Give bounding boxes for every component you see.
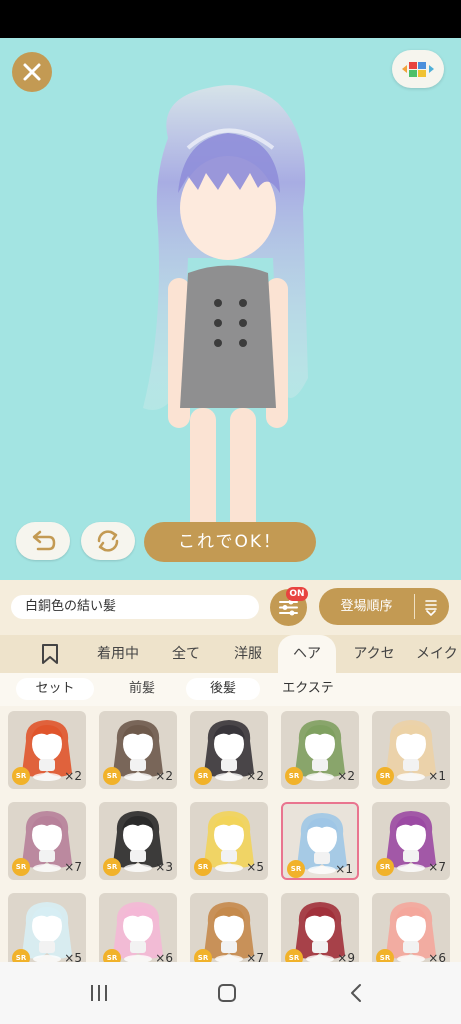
subtab-set[interactable]: セット [16, 678, 94, 700]
rarity-badge: SR [194, 767, 212, 785]
hair-item-card[interactable]: SR ×1 [372, 711, 450, 789]
palette-icon [402, 62, 434, 77]
hair-item-card[interactable]: SR ×6 [372, 893, 450, 962]
hair-item-card[interactable]: SR ×3 [99, 802, 177, 880]
close-button[interactable] [12, 52, 52, 92]
rarity-badge: SR [376, 767, 394, 785]
refresh-button[interactable] [81, 522, 135, 560]
subtab-extension[interactable]: エクステ [268, 678, 348, 700]
item-quantity: ×5 [246, 860, 264, 874]
rarity-badge: SR [12, 949, 30, 962]
item-quantity: ×6 [428, 951, 446, 962]
rarity-badge: SR [376, 858, 394, 876]
item-quantity: ×7 [64, 860, 82, 874]
rarity-badge: SR [376, 949, 394, 962]
item-quantity: ×2 [64, 769, 82, 783]
system-nav-bar [0, 962, 461, 1024]
item-quantity: ×9 [337, 951, 355, 962]
hair-item-card[interactable]: SR ×6 [99, 893, 177, 962]
app-root: これでOK！ 白銅色の結い髪 ON 登場順序 着用中 全て 洋服 ヘア アクセ … [0, 0, 461, 1024]
back-icon[interactable] [346, 982, 368, 1004]
tab-clothes[interactable]: 洋服 [220, 635, 276, 673]
dressup-stage: これでOK！ [0, 38, 461, 580]
hair-item-card[interactable]: SR ×9 [281, 893, 359, 962]
tab-all[interactable]: 全て [158, 635, 214, 673]
tab-wearing[interactable]: 着用中 [84, 635, 152, 673]
subtab-bangs[interactable]: 前髪 [106, 678, 178, 700]
status-bar [0, 0, 461, 38]
item-quantity: ×6 [155, 951, 173, 962]
hair-item-card[interactable]: SR ×2 [99, 711, 177, 789]
item-quantity: ×2 [337, 769, 355, 783]
subtab-back-hair[interactable]: 後髪 [186, 678, 260, 700]
hair-item-card[interactable]: SR ×7 [8, 802, 86, 880]
recent-apps-icon[interactable] [88, 982, 110, 1004]
avatar-doll [143, 85, 308, 558]
rarity-badge: SR [194, 858, 212, 876]
undo-button[interactable] [16, 522, 70, 560]
rarity-badge: SR [103, 949, 121, 962]
item-quantity: ×5 [64, 951, 82, 962]
sort-direction-icon[interactable] [423, 598, 439, 616]
item-quantity: ×2 [246, 769, 264, 783]
rarity-badge: SR [12, 858, 30, 876]
item-quantity: ×2 [155, 769, 173, 783]
hair-item-card[interactable]: SR ×5 [8, 893, 86, 962]
tab-hair[interactable]: ヘア [278, 635, 336, 673]
item-quantity: ×7 [428, 860, 446, 874]
hair-subcategory-bar: セット 前髪 後髪 エクステ [0, 673, 461, 706]
refresh-icon [97, 530, 119, 552]
sort-divider [414, 594, 415, 619]
bookmark-icon[interactable] [40, 643, 60, 665]
hair-item-grid: SR ×2 SR ×2 SR ×2 SR ×2 SR ×1 SR ×7 SR ×3 SR ×5 SR ×1 SR ×7… [0, 706, 461, 962]
hair-item-card[interactable]: SR ×2 [190, 711, 268, 789]
close-icon [23, 63, 41, 81]
rarity-badge: SR [103, 767, 121, 785]
hair-item-card[interactable]: SR ×7 [190, 893, 268, 962]
hair-item-card[interactable]: SR ×2 [281, 711, 359, 789]
item-quantity: ×1 [335, 862, 353, 876]
rarity-badge: SR [285, 949, 303, 962]
selected-item-name: 白銅色の結い髪 [11, 595, 259, 619]
rarity-badge: SR [12, 767, 30, 785]
rarity-badge: SR [287, 860, 305, 878]
undo-icon [32, 530, 56, 551]
hair-item-card[interactable]: SR ×2 [8, 711, 86, 789]
tab-accessory[interactable]: アクセ [340, 635, 408, 673]
item-info-bar: 白銅色の結い髪 ON 登場順序 [0, 580, 461, 635]
item-quantity: ×7 [246, 951, 264, 962]
home-icon[interactable] [216, 982, 238, 1004]
tab-makeup[interactable]: メイク [416, 635, 461, 673]
rarity-badge: SR [285, 767, 303, 785]
rarity-badge: SR [103, 858, 121, 876]
item-quantity: ×3 [155, 860, 173, 874]
hair-item-card[interactable]: SR ×5 [190, 802, 268, 880]
rarity-badge: SR [194, 949, 212, 962]
hair-item-card[interactable]: SR ×7 [372, 802, 450, 880]
sort-order-button[interactable]: 登場順序 [319, 588, 449, 625]
sort-order-label: 登場順序 [340, 599, 393, 614]
item-quantity: ×1 [428, 769, 446, 783]
confirm-ok-button[interactable]: これでOK！ [144, 522, 316, 562]
category-tab-bar: 着用中 全て 洋服 ヘア アクセ メイク [0, 635, 461, 673]
palette-button[interactable] [392, 50, 444, 88]
hair-item-card[interactable]: SR ×1 [281, 802, 359, 880]
filter-on-badge: ON [286, 587, 308, 601]
